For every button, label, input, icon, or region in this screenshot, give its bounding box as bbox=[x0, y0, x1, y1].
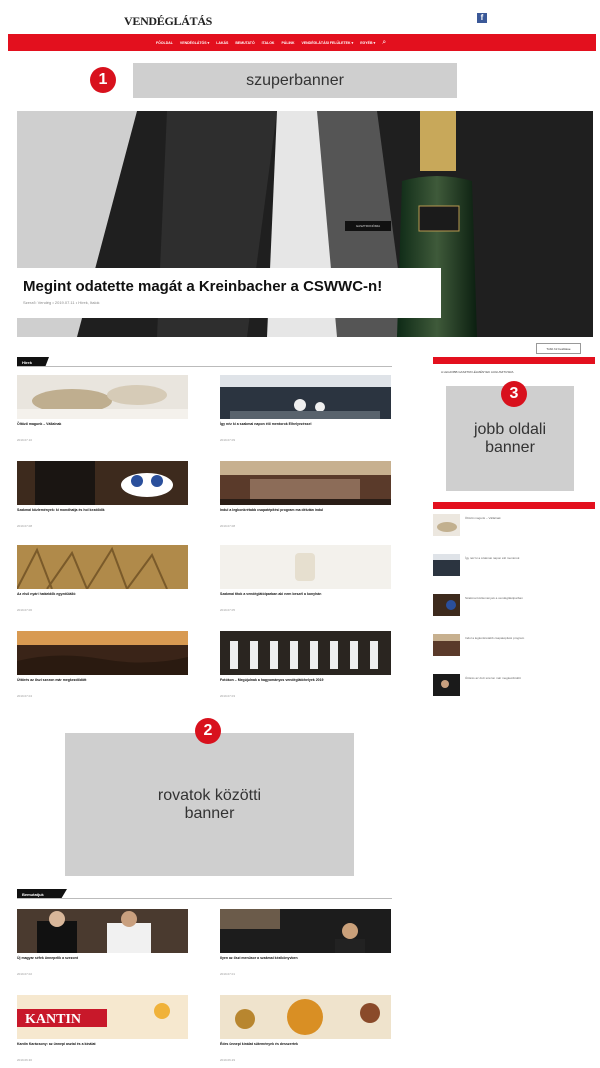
article-date: 2019.07.01 bbox=[220, 972, 236, 976]
article-date: 2019.07.02 bbox=[17, 972, 33, 976]
sidebar-thumb[interactable] bbox=[433, 514, 460, 536]
article-title[interactable]: Édes ünnepi kínálat sütemények és dessze… bbox=[220, 1042, 391, 1046]
nav-item-palink[interactable]: PÁLINK bbox=[281, 41, 294, 45]
article-card[interactable]: Szakmai közlemények: ki mondhatja és hol… bbox=[17, 461, 188, 528]
sidebar-thumb[interactable] bbox=[433, 674, 460, 696]
article-image[interactable] bbox=[220, 631, 391, 675]
article-title[interactable]: Ilyen az őszi menüsor a szakmai kéziköny… bbox=[220, 956, 391, 960]
article-title[interactable]: Szakmai közlemények: ki mondhatja és hol… bbox=[17, 508, 188, 512]
sidebar-list-item[interactable]: Úttörés az őszi szezon már megkezdődött bbox=[433, 674, 583, 696]
article-image[interactable]: KANTIN bbox=[17, 995, 188, 1039]
sidebar-news-link[interactable]: A LEGJOBB GASZTRO-ÉLMÉNYEK AUGUSZTUSRA bbox=[441, 370, 514, 374]
nav-item-egyeb[interactable]: EGYÉB ▾ bbox=[360, 41, 375, 45]
article-date: 2019.07.03 bbox=[220, 694, 236, 698]
article-image[interactable] bbox=[17, 909, 188, 953]
sidebar-thumb[interactable] bbox=[433, 594, 460, 616]
article-title[interactable]: Kantin Karácsony: az ünnepi asztal és a … bbox=[17, 1042, 188, 1046]
article-image[interactable] bbox=[220, 995, 391, 1039]
svg-text:KANTIN: KANTIN bbox=[25, 1012, 81, 1027]
article-title[interactable]: Úttörés az őszi szezon már megkezdődött bbox=[17, 678, 188, 682]
article-card[interactable]: Szakmai titok a vendéglátóiparban aki ne… bbox=[220, 545, 391, 612]
search-icon[interactable]: ⌕ bbox=[382, 39, 386, 46]
between-sections-banner-label: rovatok közötti banner bbox=[157, 786, 262, 822]
article-date: 2019.07.08 bbox=[220, 524, 236, 528]
banner-number-badge-2: 2 bbox=[195, 718, 221, 744]
hero-meta: Szerző: Vendég • 2019.07.11 • Hírek, Ita… bbox=[23, 300, 100, 305]
nav-item-italok[interactable]: ITALOK bbox=[262, 41, 275, 45]
sidebar-list-item[interactable]: Így néz ki a szakmai napon élő mentorok bbox=[433, 554, 583, 576]
nav-item-lakas[interactable]: LAKÁS bbox=[216, 41, 228, 45]
right-side-banner-label: jobb oldali banner bbox=[473, 420, 547, 456]
banner-number-badge-1: 1 bbox=[90, 67, 116, 93]
article-card[interactable]: Az első nyári határidők egyedülálló 2019… bbox=[17, 545, 188, 612]
sidebar-list-item[interactable]: Szakmai közlemények a vendéglátóiparban bbox=[433, 594, 583, 616]
article-card[interactable]: Úttörés az őszi szezon már megkezdődött … bbox=[17, 631, 188, 698]
sidebar-list-item[interactable]: Öltöző magunk – Vállalnak bbox=[433, 514, 583, 536]
article-date: 2019.07.06 bbox=[17, 608, 33, 612]
banner-number-badge-3: 3 bbox=[501, 381, 527, 407]
article-image[interactable] bbox=[220, 375, 391, 419]
article-title[interactable]: Öltöző magunk – Vállalnak bbox=[17, 422, 188, 426]
sidebar-item-title[interactable]: Indul a legkonkrétabb csapatépítési prog… bbox=[465, 636, 577, 640]
article-image[interactable] bbox=[220, 545, 391, 589]
sidebar-item-title[interactable]: Így néz ki a szakmai napon élő mentorok bbox=[465, 556, 577, 560]
super-banner[interactable]: szuperbanner bbox=[133, 63, 457, 98]
article-title[interactable]: Szakmai titok a vendéglátóiparban aki ne… bbox=[220, 592, 391, 596]
nav-item-home[interactable]: FŐOLDAL bbox=[156, 41, 173, 45]
sidebar-item-title[interactable]: Öltöző magunk – Vállalnak bbox=[465, 516, 577, 520]
page: { "header": { "logo": "VENDÉGLÁTÁS", "fa… bbox=[0, 0, 600, 1068]
article-date: 2019.06.29 bbox=[220, 1058, 236, 1062]
article-title[interactable]: Új magyar séfek ünnepelik a szezont bbox=[17, 956, 188, 960]
nav-item-bemutato[interactable]: BEMUTATÓ bbox=[235, 41, 254, 45]
between-sections-banner[interactable]: rovatok közötti banner bbox=[65, 733, 354, 876]
article-title[interactable]: Fotókon – Megújulnak a hagyományos vendé… bbox=[220, 678, 391, 682]
article-title[interactable]: Így néz ki a szakmai napon élő mentorok … bbox=[220, 422, 391, 426]
article-date: 2019.07.10 bbox=[17, 438, 33, 442]
article-card[interactable]: Így néz ki a szakmai napon élő mentorok … bbox=[220, 375, 391, 442]
article-date: 2019.06.30 bbox=[17, 1058, 33, 1062]
article-image[interactable] bbox=[220, 909, 391, 953]
sidebar-item-title[interactable]: Úttörés az őszi szezon már megkezdődött bbox=[465, 676, 577, 680]
sidebar-thumb[interactable] bbox=[433, 554, 460, 576]
article-card[interactable]: Új magyar séfek ünnepelik a szezont 2019… bbox=[17, 909, 188, 976]
article-card[interactable]: Ilyen az őszi menüsor a szakmai kéziköny… bbox=[220, 909, 391, 976]
section-divider bbox=[17, 898, 392, 899]
sidebar-header-popular: Legolvasottabb hírek bbox=[433, 502, 595, 516]
sidebar-item-title[interactable]: Szakmai közlemények a vendéglátóiparban bbox=[465, 596, 577, 600]
article-date: 2019.07.04 bbox=[17, 694, 33, 698]
article-card[interactable]: Fotókon – Megújulnak a hagyományos vendé… bbox=[220, 631, 391, 698]
article-title[interactable]: Indul a legkonkrétabb csapatépítési prog… bbox=[220, 508, 391, 512]
facebook-icon[interactable]: f bbox=[477, 13, 487, 23]
article-image[interactable] bbox=[17, 375, 188, 419]
article-card[interactable]: Édes ünnepi kínálat sütemények és dessze… bbox=[220, 995, 391, 1062]
hero-category-tag[interactable]: GASZTRONÓMIA bbox=[345, 221, 391, 231]
sidebar-list-item[interactable]: Indul a legkonkrétabb csapatépítési prog… bbox=[433, 634, 583, 656]
article-card[interactable]: Indul a legkonkrétabb csapatépítési prog… bbox=[220, 461, 391, 528]
article-date: 2019.07.05 bbox=[220, 608, 236, 612]
super-banner-label: szuperbanner bbox=[246, 71, 344, 89]
nav-item-vendeglatos[interactable]: VENDÉGLÁTÓS ▾ bbox=[180, 41, 209, 45]
article-image[interactable] bbox=[17, 461, 188, 505]
article-card[interactable]: KANTIN Kantin Karácsony: az ünnepi aszta… bbox=[17, 995, 188, 1062]
sidebar-thumb[interactable] bbox=[433, 634, 460, 656]
hero-title[interactable]: Megint odatette magát a Kreinbacher a CS… bbox=[23, 278, 433, 295]
article-image[interactable] bbox=[220, 461, 391, 505]
section-divider bbox=[17, 366, 392, 367]
hero-caption-panel[interactable]: Megint odatette magát a Kreinbacher a CS… bbox=[15, 268, 441, 318]
article-date: 2019.07.08 bbox=[17, 524, 33, 528]
article-image[interactable] bbox=[17, 545, 188, 589]
article-image[interactable] bbox=[17, 631, 188, 675]
load-more-button[interactable]: Több hír betöltése bbox=[536, 343, 581, 354]
article-card[interactable]: Öltöző magunk – Vállalnak 2019.07.10 bbox=[17, 375, 188, 442]
main-navigation: FŐOLDAL VENDÉGLÁTÓS ▾ LAKÁS BEMUTATÓ ITA… bbox=[8, 34, 596, 51]
site-logo[interactable]: VENDÉGLÁTÁS bbox=[124, 14, 212, 29]
article-title[interactable]: Az első nyári határidők egyedülálló bbox=[17, 592, 188, 596]
article-date: 2019.07.09 bbox=[220, 438, 236, 442]
sidebar-header-news: Friss hírek bbox=[433, 357, 595, 371]
nav-item-feluletek[interactable]: VENDÉGLÁTÁSI FELÜLETEK ▾ bbox=[301, 41, 353, 45]
